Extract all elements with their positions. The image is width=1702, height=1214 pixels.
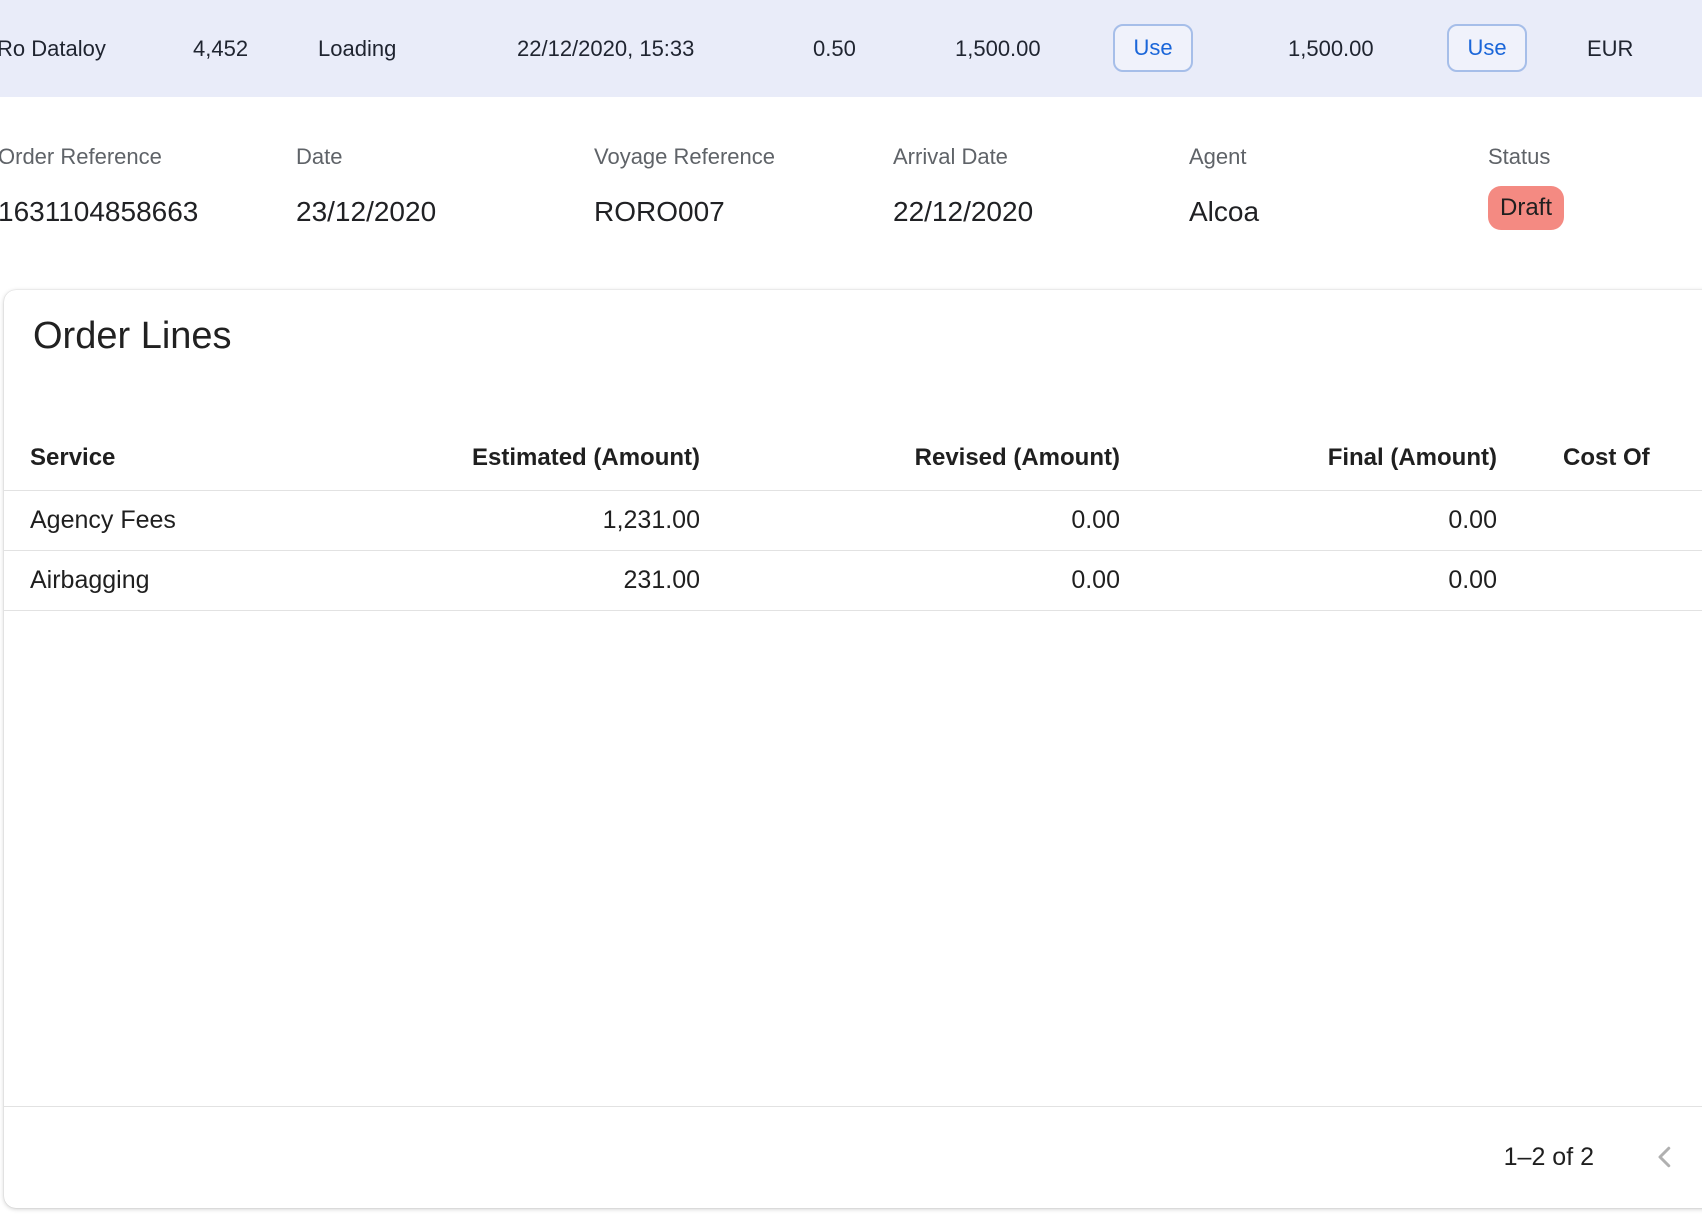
field-voyage-reference: Voyage Reference RORO007	[594, 144, 775, 228]
table-row[interactable]: Airbagging 231.00 0.00 0.00	[4, 551, 1702, 611]
field-value: 23/12/2020	[296, 196, 436, 228]
cell-revised: 0.00	[700, 566, 1120, 595]
use-estimated-button[interactable]: Use	[1113, 24, 1193, 72]
column-header-final: Final (Amount)	[1120, 444, 1497, 472]
estimated-amount: 1,500.00	[955, 36, 1041, 62]
cell-revised: 0.00	[700, 506, 1120, 535]
field-label: Date	[296, 144, 436, 170]
table-paginator: 1–2 of 2	[4, 1106, 1702, 1207]
column-header-service: Service	[4, 444, 430, 472]
field-label: Order Reference	[0, 144, 198, 170]
vessel-name: Ro Dataloy	[0, 36, 106, 62]
chevron-left-icon	[1650, 1142, 1680, 1172]
cell-estimated: 1,231.00	[430, 506, 700, 535]
field-label: Voyage Reference	[594, 144, 775, 170]
field-value: RORO007	[594, 196, 775, 228]
previous-page-button[interactable]	[1650, 1142, 1680, 1172]
final-amount: 1,500.00	[1288, 36, 1374, 62]
column-header-cost-of: Cost Of	[1497, 444, 1702, 472]
field-date: Date 23/12/2020	[296, 144, 436, 228]
order-lines-title: Order Lines	[33, 315, 232, 358]
field-label: Arrival Date	[893, 144, 1033, 170]
field-order-reference: Order Reference 1631104858663	[0, 144, 198, 228]
currency-code: EUR	[1587, 36, 1633, 62]
field-agent: Agent Alcoa	[1189, 144, 1259, 228]
cell-estimated: 231.00	[430, 566, 700, 595]
activity-datetime: 22/12/2020, 15:33	[517, 36, 694, 62]
field-status: Status Draft	[1488, 144, 1564, 230]
use-final-button[interactable]: Use	[1447, 24, 1527, 72]
field-label: Status	[1488, 144, 1564, 170]
rate-value: 0.50	[813, 36, 856, 62]
cell-final: 0.00	[1120, 566, 1497, 595]
status-badge: Draft	[1488, 186, 1564, 230]
field-value: 22/12/2020	[893, 196, 1033, 228]
column-header-estimated: Estimated (Amount)	[430, 444, 700, 472]
field-value: Alcoa	[1189, 196, 1259, 228]
cell-service: Airbagging	[4, 566, 430, 595]
selected-estimate-row[interactable]: Ro Dataloy 4,452 Loading 22/12/2020, 15:…	[0, 0, 1702, 97]
activity-type: Loading	[318, 36, 396, 62]
table-row[interactable]: Agency Fees 1,231.00 0.00 0.00	[4, 491, 1702, 551]
voyage-number: 4,452	[193, 36, 248, 62]
cell-final: 0.00	[1120, 506, 1497, 535]
pagination-range-label: 1–2 of 2	[1504, 1143, 1594, 1172]
field-label: Agent	[1189, 144, 1259, 170]
table-header-row: Service Estimated (Amount) Revised (Amou…	[4, 426, 1702, 491]
field-arrival-date: Arrival Date 22/12/2020	[893, 144, 1033, 228]
cell-service: Agency Fees	[4, 506, 430, 535]
column-header-revised: Revised (Amount)	[700, 444, 1120, 472]
field-value: 1631104858663	[0, 196, 198, 228]
order-lines-table: Service Estimated (Amount) Revised (Amou…	[4, 426, 1702, 611]
order-lines-card: Order Lines Service Estimated (Amount) R…	[4, 290, 1702, 1208]
